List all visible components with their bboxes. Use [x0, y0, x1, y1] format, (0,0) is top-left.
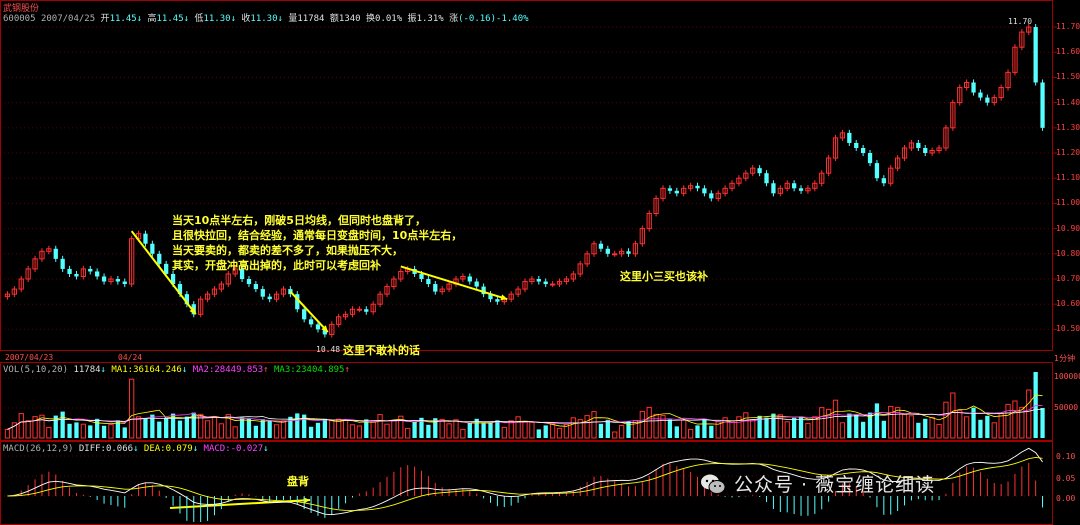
macd-value: -0.027	[230, 444, 264, 454]
watermark: 公众号 · 薇宝缠论细读	[700, 470, 935, 497]
mid-annotation: 这里小三买也该补	[620, 270, 708, 283]
date-left: 2007/04/23	[5, 353, 54, 362]
main-annotation-line: 当天要卖的，都卖的差不多了，如果抛压不大，	[172, 244, 403, 257]
volume-ma2: 28449.853	[214, 365, 264, 375]
price-axis-label: 11.60	[1056, 47, 1080, 57]
macd-header: MACD(26,12,9) DIFF:0.066↓ DEA:0.079↓ MAC…	[3, 444, 269, 454]
price-axis-label: 11.70	[1056, 22, 1080, 32]
volume-ma1: 36164.246	[133, 365, 182, 375]
price-axis-label: 10.90	[1056, 223, 1080, 233]
macd-dea: 0.079	[165, 444, 193, 454]
volume-header: VOL(5,10,20) 11784↓ MA1:36164.246↓ MA2:2…	[3, 365, 350, 375]
macd-annotation: 盘背	[287, 475, 309, 488]
date-mid: 04/24	[118, 353, 143, 362]
price-axis-label: 11.00	[1056, 198, 1080, 208]
price-axis-label: 10.60	[1056, 299, 1080, 309]
low-value: 11.30	[203, 14, 231, 24]
main-annotation-line: 当天10点半左右，刚破5日均线，但同时也盘背了，	[172, 214, 426, 227]
low-annotation: 这里不敢补的话	[343, 344, 420, 357]
volume-value: 11784	[297, 14, 325, 24]
volume-ma3: 23404.895	[295, 365, 345, 375]
macd-diff: 0.066	[105, 444, 134, 454]
stock-code: 600005	[3, 14, 36, 24]
main-annotation-line: 其实，开盘冲高出掉的，此时可以考虑回补	[172, 259, 381, 272]
macd-axis-000: 0.00	[1056, 494, 1076, 503]
volume-axis-50000: 50000	[1054, 403, 1079, 412]
volume-axis-100000: 100000	[1054, 372, 1080, 381]
macd-axis-010: 0.10	[1056, 452, 1076, 461]
macd-axis-005: 0.05	[1056, 474, 1076, 483]
price-axis-label: 11.50	[1056, 72, 1080, 82]
price-axis-label: 11.10	[1056, 173, 1080, 183]
price-axis-label: 11.20	[1056, 148, 1080, 158]
volume-current: 11784	[73, 365, 101, 375]
price-high-mark: 11.70	[1008, 17, 1033, 26]
watermark-text: 公众号 · 薇宝缠论细读	[734, 474, 936, 496]
price-panel-frame	[0, 0, 1053, 351]
price-axis-label: 10.80	[1056, 248, 1080, 258]
volume-title: VOL(5,10,20)	[3, 365, 69, 375]
price-axis-label: 11.30	[1056, 122, 1080, 132]
open-value: 11.45	[109, 14, 137, 24]
price-axis-label: 11.40	[1056, 97, 1080, 107]
quote-bar: 600005 2007/04/25 开11.45↓ 高11.45↓ 低11.30…	[3, 14, 529, 24]
high-value: 11.45	[156, 14, 184, 24]
price-axis-label: 10.50	[1056, 324, 1080, 334]
period-label[interactable]: 1分钟	[1054, 353, 1075, 364]
quote-date: 2007/04/25	[40, 14, 96, 24]
amount-value: 1340	[338, 14, 361, 24]
price-low-mark: 10.48	[316, 345, 341, 354]
amplitude-value: 1.31%	[416, 14, 444, 24]
main-annotation: 当天10点半左右，刚破5日均线，但同时也盘背了， 且很快拉回，结合经验，通常每日…	[172, 213, 462, 273]
turnover-value: 0.01%	[375, 14, 403, 24]
change-value: (-0.16)-1.40%	[458, 14, 529, 24]
macd-title: MACD(26,12,9)	[3, 444, 74, 454]
price-axis-label: 10.70	[1056, 274, 1080, 283]
wechat-icon	[700, 473, 726, 495]
main-annotation-line: 且很快拉回，结合经验，通常每日变盘时间，10点半左右，	[172, 229, 463, 242]
close-value: 11.30	[250, 14, 278, 24]
